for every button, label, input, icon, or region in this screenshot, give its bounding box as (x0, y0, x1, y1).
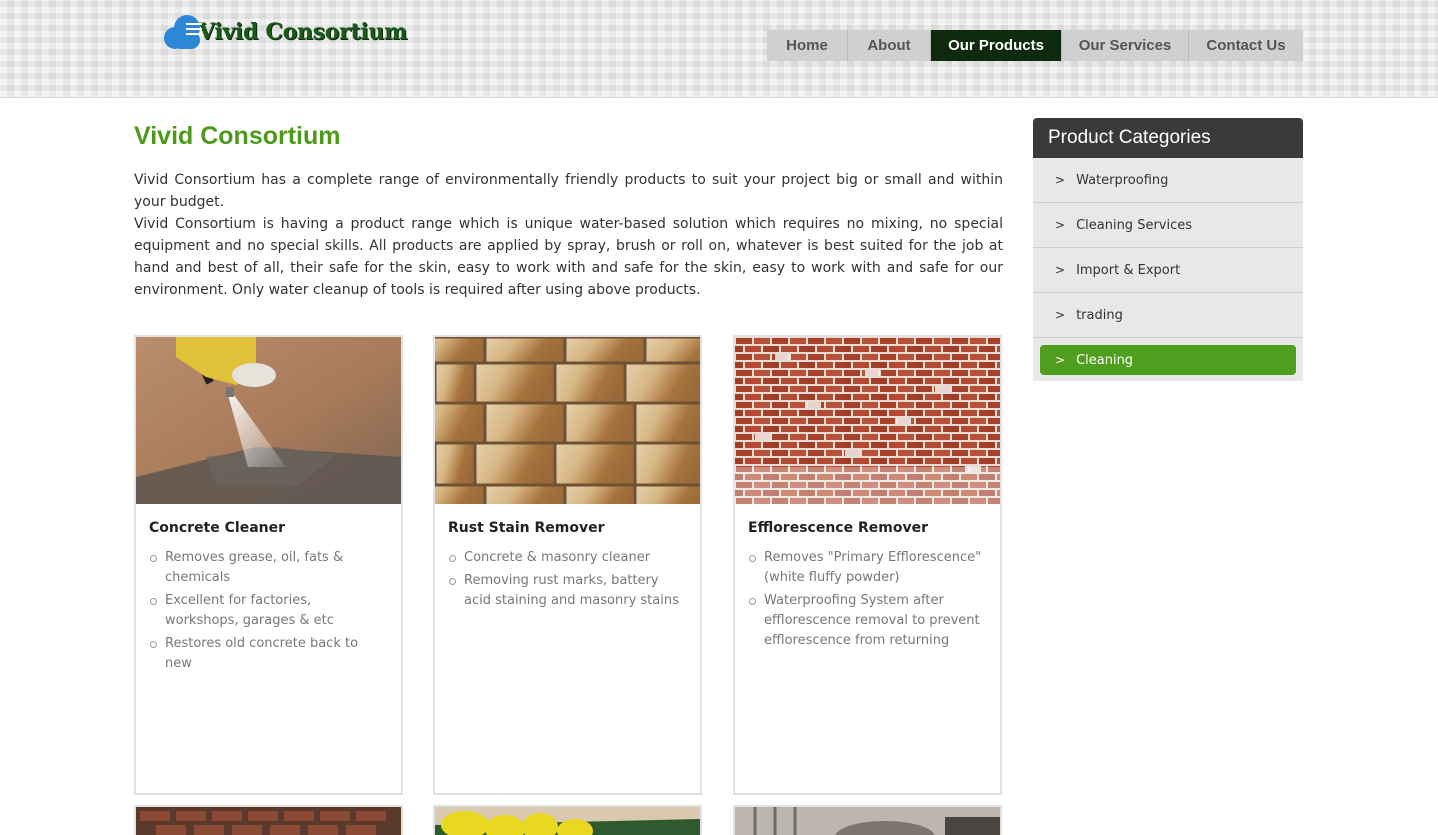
intro-text: Vivid Consortium has a complete range of… (134, 169, 1003, 301)
sidebar-item-trading[interactable]: > trading (1033, 293, 1303, 338)
nav-about[interactable]: About (848, 30, 931, 61)
product-card[interactable]: Concrete Cleaner Removes grease, oil, fa… (134, 335, 403, 795)
product-title[interactable]: Concrete Cleaner (149, 520, 401, 536)
sidebar-item-cleaning[interactable]: > Cleaning (1040, 345, 1296, 375)
sidebar-item-waterproofing[interactable]: > Waterproofing (1033, 158, 1303, 203)
sidebar-item-cleaning-services[interactable]: > Cleaning Services (1033, 203, 1303, 248)
feature-list: Concrete & masonry cleaner Removing rust… (448, 548, 686, 611)
chevron-right-icon: > (1055, 173, 1066, 187)
product-card[interactable] (733, 805, 1002, 835)
sidebar-item-label: Import & Export (1076, 262, 1181, 278)
list-item: Waterproofing System after efflorescence… (748, 591, 986, 651)
sidebar-item-label: trading (1076, 307, 1123, 323)
sidebar-item-label: Waterproofing (1076, 172, 1169, 188)
nav-our-products[interactable]: Our Products (931, 30, 1062, 61)
feature-list: Removes grease, oil, fats & chemicals Ex… (149, 548, 387, 674)
intro-paragraph-1: Vivid Consortium has a complete range of… (134, 172, 1003, 210)
product-image[interactable] (136, 807, 401, 835)
chevron-right-icon: > (1055, 308, 1066, 322)
feature-list: Removes "Primary Efflorescence" (white f… (748, 548, 986, 651)
list-item: Removing rust marks, battery acid staini… (448, 571, 686, 611)
product-image-rust-stain-remover[interactable] (435, 337, 700, 504)
product-title[interactable]: Efflorescence Remover (748, 520, 1000, 536)
nav-our-services[interactable]: Our Services (1062, 30, 1189, 61)
product-image[interactable] (435, 807, 700, 835)
product-card[interactable]: Rust Stain Remover Concrete & masonry cl… (433, 335, 702, 795)
list-item: Excellent for factories, workshops, gara… (149, 591, 387, 631)
sidebar-item-label: Cleaning (1076, 352, 1134, 368)
list-item: Restores old concrete back to new (149, 634, 387, 674)
category-list: > Waterproofing > Cleaning Services > Im… (1033, 158, 1303, 381)
chevron-right-icon: > (1055, 218, 1066, 232)
list-item: Concrete & masonry cleaner (448, 548, 686, 568)
logo-text: Vivid Consortium (198, 19, 408, 45)
nav-home[interactable]: Home (767, 30, 848, 61)
product-categories-sidebar: Product Categories > Waterproofing > Cle… (1033, 118, 1303, 381)
product-image[interactable] (735, 807, 1000, 835)
product-title[interactable]: Rust Stain Remover (448, 520, 700, 536)
sidebar-item-import-export[interactable]: > Import & Export (1033, 248, 1303, 293)
list-item: Removes "Primary Efflorescence" (white f… (748, 548, 986, 588)
product-image-concrete-cleaner[interactable] (136, 337, 401, 504)
chevron-right-icon: > (1055, 263, 1066, 277)
sidebar-title: Product Categories (1033, 118, 1303, 158)
chevron-right-icon: > (1055, 353, 1066, 367)
product-card[interactable] (134, 805, 403, 835)
nav-contact-us[interactable]: Contact Us (1189, 30, 1303, 61)
sidebar-item-label: Cleaning Services (1076, 217, 1193, 233)
page-title: Vivid Consortium (134, 122, 341, 150)
list-item: Removes grease, oil, fats & chemicals (149, 548, 387, 588)
intro-paragraph-2: Vivid Consortium is having a product ran… (134, 216, 1003, 298)
cloud-logo-icon (162, 13, 206, 51)
site-header: Vivid Consortium Home About Our Products… (0, 0, 1438, 98)
product-image-efflorescence-remover[interactable] (735, 337, 1000, 504)
site-logo[interactable]: Vivid Consortium (162, 12, 407, 52)
main-nav: Home About Our Products Our Services Con… (767, 30, 1303, 61)
product-card[interactable]: Efflorescence Remover Removes "Primary E… (733, 335, 1002, 795)
product-card[interactable] (433, 805, 702, 835)
